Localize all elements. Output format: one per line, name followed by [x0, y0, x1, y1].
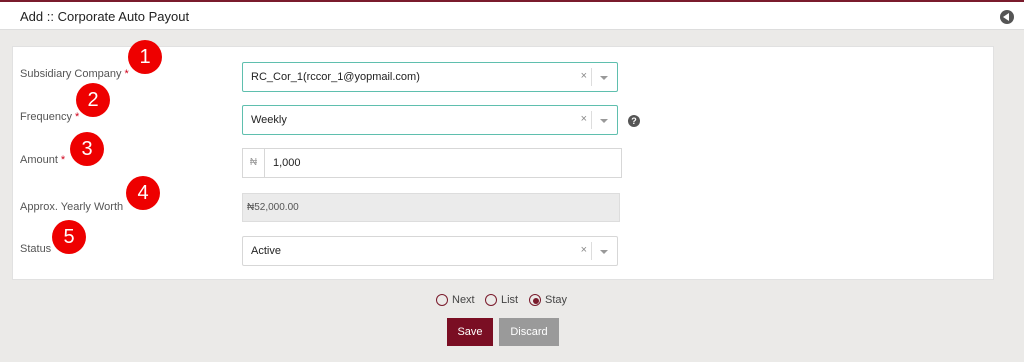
- status-label: Status: [20, 243, 51, 255]
- frequency-select[interactable]: Weekly ×: [242, 105, 618, 135]
- header-bar: Add :: Corporate Auto Payout: [0, 0, 1024, 30]
- radio-ring[interactable]: [436, 294, 448, 306]
- yearly-worth-label-text: Approx. Yearly Worth: [20, 201, 124, 213]
- frequency-value: Weekly: [251, 114, 287, 126]
- radio-selected-dot: [533, 298, 539, 304]
- amount-input[interactable]: ₦ 1,000: [242, 148, 622, 178]
- radio-ring[interactable]: [485, 294, 497, 306]
- currency-prefix: ₦: [243, 149, 265, 177]
- chevron-down-icon[interactable]: [600, 76, 608, 80]
- radio-list-label: List: [501, 294, 519, 306]
- chevron-down-icon[interactable]: [600, 250, 608, 254]
- annotation-badge-1: 1: [128, 40, 162, 74]
- select-separator: [591, 68, 592, 86]
- subsidiary-label: Subsidiary Company *: [20, 68, 129, 80]
- annotation-badge-3: 3: [70, 132, 104, 166]
- help-icon[interactable]: ?: [628, 115, 640, 127]
- page-title: Add :: Corporate Auto Payout: [20, 9, 190, 24]
- clear-icon[interactable]: ×: [581, 70, 587, 82]
- status-value: Active: [251, 245, 281, 257]
- clear-icon[interactable]: ×: [581, 113, 587, 125]
- required-mark: *: [124, 68, 129, 80]
- back-arrow-icon[interactable]: [1000, 10, 1014, 24]
- frequency-label-text: Frequency: [20, 111, 72, 123]
- status-select[interactable]: Active ×: [242, 236, 618, 266]
- yearly-worth-field: ₦52,000.00: [242, 193, 620, 222]
- annotation-badge-5: 5: [52, 220, 86, 254]
- amount-label: Amount *: [20, 154, 65, 166]
- required-mark: *: [74, 111, 80, 123]
- yearly-worth-value: ₦52,000.00: [247, 202, 299, 213]
- subsidiary-value: RC_Cor_1(rccor_1@yopmail.com): [251, 71, 420, 83]
- clear-icon[interactable]: ×: [581, 244, 587, 256]
- subsidiary-label-text: Subsidiary Company: [20, 68, 122, 80]
- radio-ring[interactable]: [529, 294, 541, 306]
- frequency-label: Frequency *: [20, 111, 79, 123]
- status-label-text: Status: [20, 243, 52, 255]
- chevron-down-icon[interactable]: [600, 119, 608, 123]
- save-button[interactable]: Save: [447, 318, 493, 346]
- radio-stay-label: Stay: [545, 294, 568, 306]
- yearly-worth-label: Approx. Yearly Worth: [20, 201, 123, 213]
- required-mark: *: [60, 154, 66, 166]
- annotation-badge-2: 2: [76, 83, 110, 117]
- radio-next-label: Next: [452, 294, 475, 306]
- annotation-badge-4: 4: [126, 176, 160, 210]
- subsidiary-select[interactable]: RC_Cor_1(rccor_1@yopmail.com) ×: [242, 62, 618, 92]
- select-separator: [591, 111, 592, 129]
- select-separator: [591, 242, 592, 260]
- amount-label-text: Amount: [20, 154, 58, 166]
- amount-value: 1,000: [273, 157, 301, 169]
- discard-button[interactable]: Discard: [499, 318, 559, 346]
